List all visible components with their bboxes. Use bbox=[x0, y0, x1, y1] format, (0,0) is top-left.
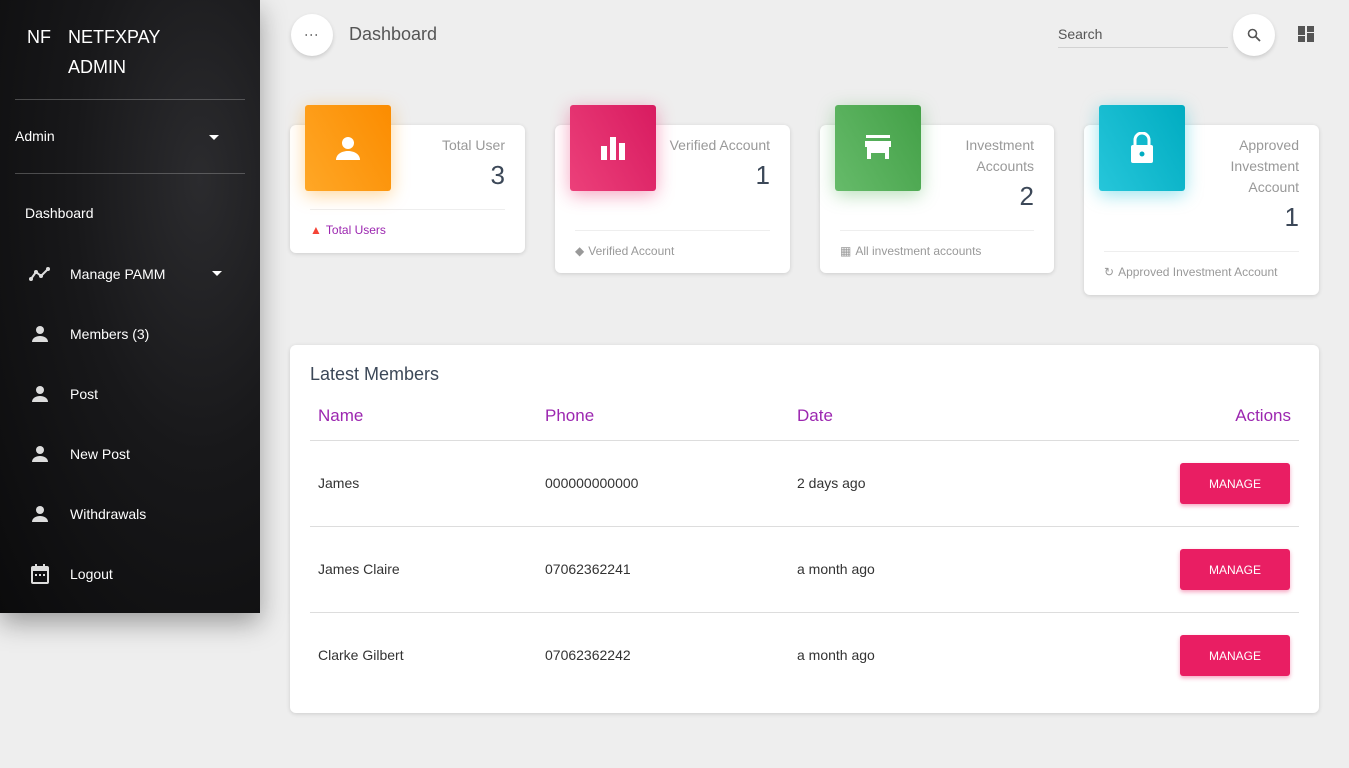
tag-icon: ◆ bbox=[575, 244, 585, 258]
card-label: Approved Investment Account bbox=[1230, 137, 1299, 195]
user-menu[interactable]: Admin bbox=[15, 128, 245, 144]
member-name: James bbox=[318, 475, 360, 491]
nav-label: Dashboard bbox=[25, 205, 94, 221]
person-icon bbox=[25, 384, 55, 404]
member-date: a month ago bbox=[797, 561, 875, 577]
card-value: 3 bbox=[490, 160, 505, 190]
search-icon bbox=[1247, 28, 1261, 42]
card-value: 1 bbox=[1284, 202, 1299, 232]
column-header-phone: Phone bbox=[545, 406, 595, 425]
sidebar-item-dashboard[interactable]: Dashboard bbox=[25, 205, 235, 221]
card-footer: Approved Investment Account bbox=[1118, 265, 1278, 279]
bar-chart-icon bbox=[570, 105, 656, 191]
timeline-icon bbox=[25, 264, 55, 284]
column-header-name: Name bbox=[318, 406, 364, 425]
nav-label: New Post bbox=[70, 446, 130, 462]
sidebar-item-new-post[interactable]: New Post bbox=[25, 444, 235, 464]
store-icon bbox=[835, 105, 921, 191]
person-icon bbox=[25, 324, 55, 344]
sidebar-item-withdrawals[interactable]: Withdrawals bbox=[25, 504, 235, 524]
caret-down-icon bbox=[209, 135, 219, 140]
member-phone: 07062362241 bbox=[545, 561, 631, 577]
nav-label: Logout bbox=[70, 566, 113, 582]
warning-icon: ▲ bbox=[310, 223, 322, 237]
table-row: James Claire 07062362241 a month ago MAN… bbox=[310, 526, 1299, 612]
calendar-icon bbox=[25, 564, 55, 584]
table-row: Clarke Gilbert 07062362242 a month ago M… bbox=[310, 612, 1299, 698]
member-name: James Claire bbox=[318, 561, 400, 577]
member-name: Clarke Gilbert bbox=[318, 647, 404, 663]
nav-label: Post bbox=[70, 386, 99, 402]
table-row: James 000000000000 2 days ago MANAGE bbox=[310, 440, 1299, 526]
column-header-date: Date bbox=[797, 406, 833, 425]
update-icon: ↻ bbox=[1104, 265, 1115, 279]
person-icon bbox=[305, 105, 391, 191]
more-menu-button[interactable]: ⋮ bbox=[291, 14, 333, 56]
sidebar: NF NETFXPAY ADMIN Admin Dashboard Manage… bbox=[0, 0, 260, 613]
sidebar-item-manage-pamm[interactable]: Manage PAMM bbox=[25, 264, 235, 284]
card-footer[interactable]: Total Users bbox=[326, 223, 386, 237]
divider bbox=[15, 173, 245, 174]
sidebar-item-members[interactable]: Members (3) bbox=[25, 324, 235, 344]
sidebar-item-post[interactable]: Post bbox=[25, 384, 235, 404]
nav-label: Withdrawals bbox=[70, 506, 147, 522]
nav-label: Manage PAMM bbox=[70, 266, 166, 282]
logo-full: NETFXPAY ADMIN bbox=[68, 27, 161, 77]
sidebar-item-logout[interactable]: Logout bbox=[25, 564, 235, 584]
card-value: 2 bbox=[1019, 181, 1034, 211]
divider bbox=[15, 99, 245, 100]
manage-button[interactable]: MANAGE bbox=[1180, 635, 1290, 676]
nav-label: Members (3) bbox=[70, 326, 150, 342]
latest-members-card: Latest Members Name Phone Date Actions J… bbox=[290, 345, 1319, 713]
caret-down-icon bbox=[212, 271, 222, 276]
search-button[interactable] bbox=[1233, 14, 1275, 56]
person-icon bbox=[25, 444, 55, 464]
person-icon bbox=[25, 504, 55, 524]
logo-short: NF bbox=[27, 27, 51, 47]
member-date: 2 days ago bbox=[797, 475, 866, 491]
card-label: Investment Accounts bbox=[965, 137, 1034, 174]
column-header-actions: Actions bbox=[1235, 406, 1291, 425]
search-input[interactable] bbox=[1058, 20, 1228, 48]
manage-button[interactable]: MANAGE bbox=[1180, 549, 1290, 590]
table-title: Latest Members bbox=[310, 364, 440, 384]
card-footer: All investment accounts bbox=[855, 244, 982, 258]
user-name: Admin bbox=[15, 128, 55, 144]
card-footer: Verified Account bbox=[588, 244, 675, 258]
lock-icon bbox=[1099, 105, 1185, 191]
dashboard-grid-icon[interactable] bbox=[1298, 26, 1314, 47]
calendar-icon: ▦ bbox=[840, 244, 852, 258]
manage-button[interactable]: MANAGE bbox=[1180, 463, 1290, 504]
member-date: a month ago bbox=[797, 647, 875, 663]
member-phone: 000000000000 bbox=[545, 475, 639, 491]
more-vert-icon: ⋮ bbox=[304, 28, 320, 42]
brand[interactable]: NF NETFXPAY ADMIN bbox=[27, 22, 160, 77]
card-value: 1 bbox=[755, 160, 770, 190]
card-label: Verified Account bbox=[669, 137, 770, 153]
member-phone: 07062362242 bbox=[545, 647, 631, 663]
page-title: Dashboard bbox=[349, 24, 438, 44]
card-label: Total User bbox=[441, 137, 505, 153]
